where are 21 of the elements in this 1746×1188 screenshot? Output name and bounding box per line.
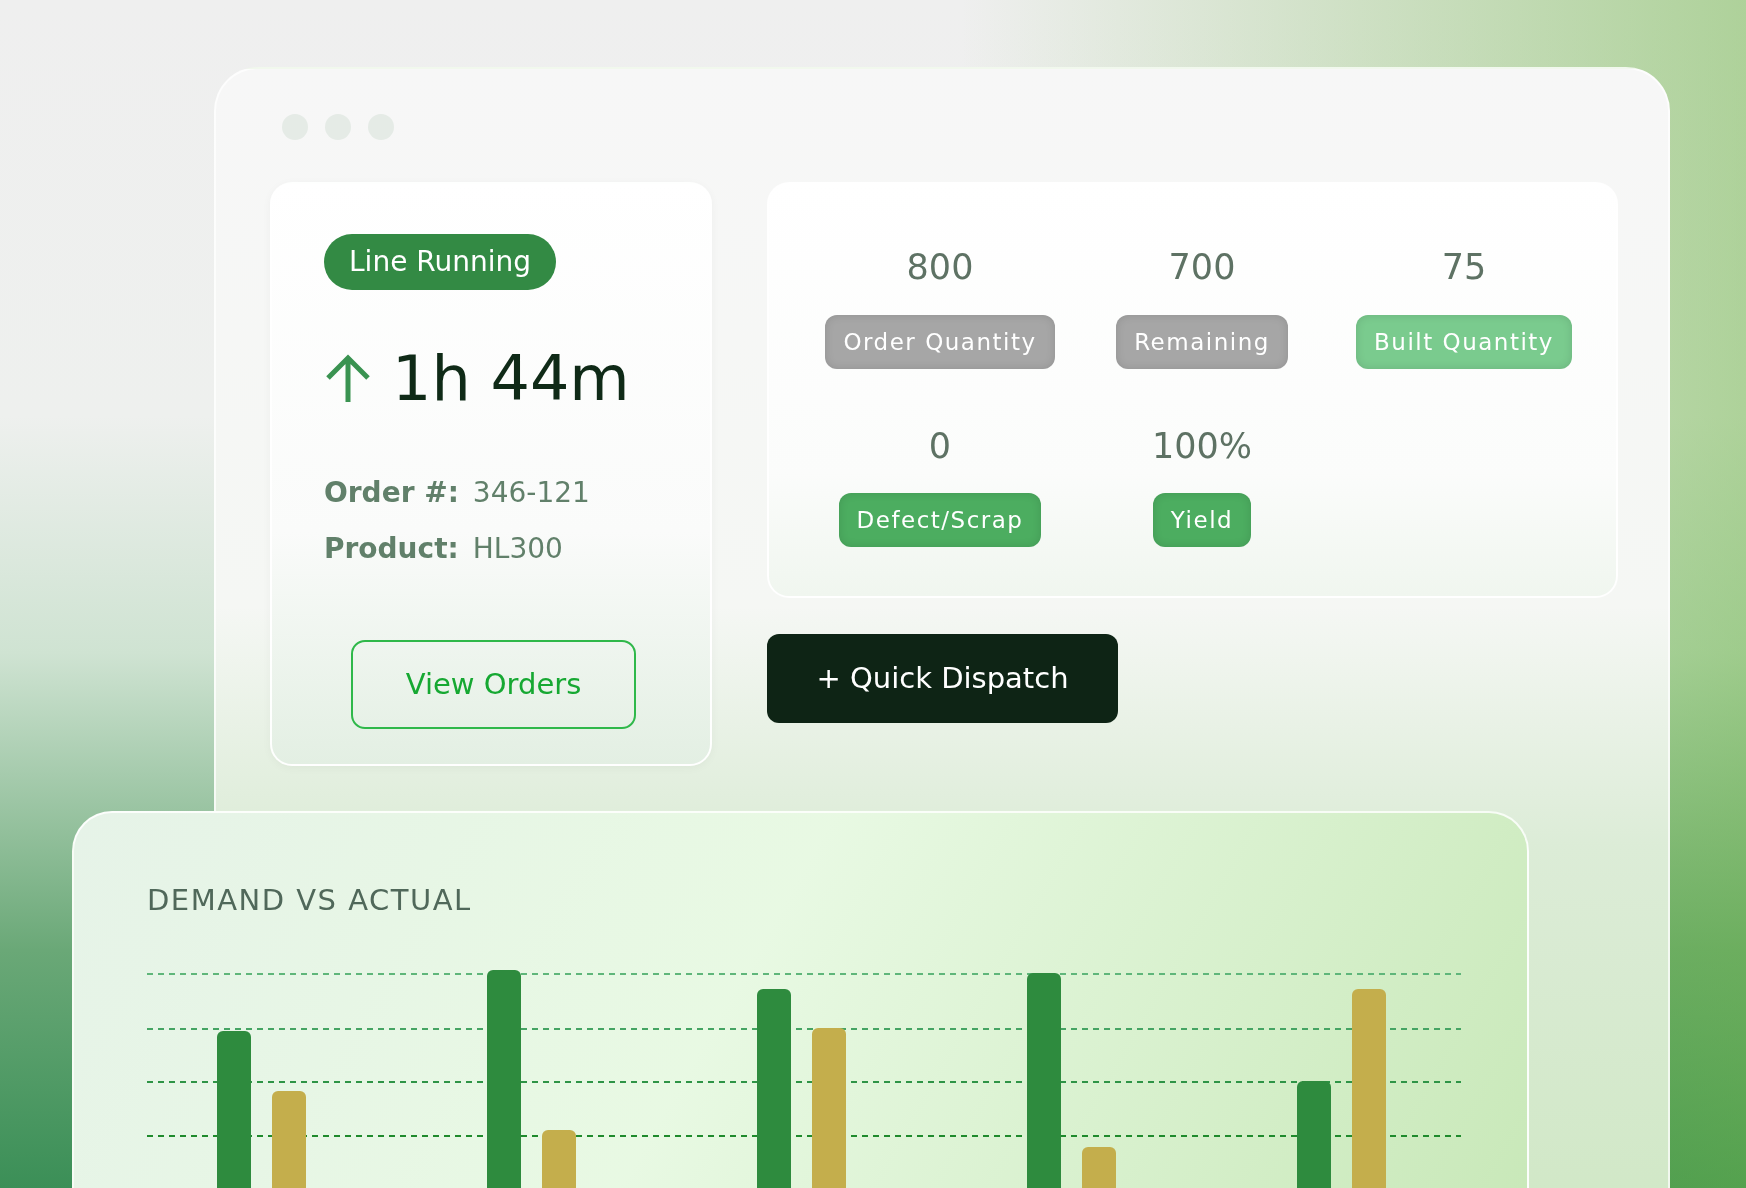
elapsed-time: 1h 44m — [392, 348, 630, 410]
field-label: Order #: — [324, 475, 459, 511]
actual-bar — [542, 1130, 576, 1188]
status-badge: Line Running — [324, 234, 556, 290]
stat-label: Built Quantity — [1356, 314, 1572, 369]
stat-label: Defect/Scrap — [838, 493, 1042, 547]
stat-label: Remaining — [1116, 314, 1288, 369]
stat-label: Yield — [1152, 493, 1252, 547]
stat-value: 700 — [1168, 248, 1236, 287]
up-arrow-icon — [324, 354, 372, 404]
stat-value: 0 — [928, 426, 952, 465]
stat-value: 800 — [906, 248, 974, 287]
field-value: HL300 — [472, 531, 563, 567]
stat-label: Order Quantity — [825, 314, 1055, 369]
quick-dispatch-button[interactable]: + Quick Dispatch — [767, 634, 1118, 723]
chart-title: DEMAND VS ACTUAL — [147, 882, 472, 919]
stat-value: 75 — [1441, 248, 1487, 287]
stat-value: 100% — [1151, 426, 1253, 465]
field-label: Product: — [324, 531, 459, 567]
field-value: 346-121 — [472, 475, 590, 511]
actual-bar — [1082, 1147, 1116, 1188]
